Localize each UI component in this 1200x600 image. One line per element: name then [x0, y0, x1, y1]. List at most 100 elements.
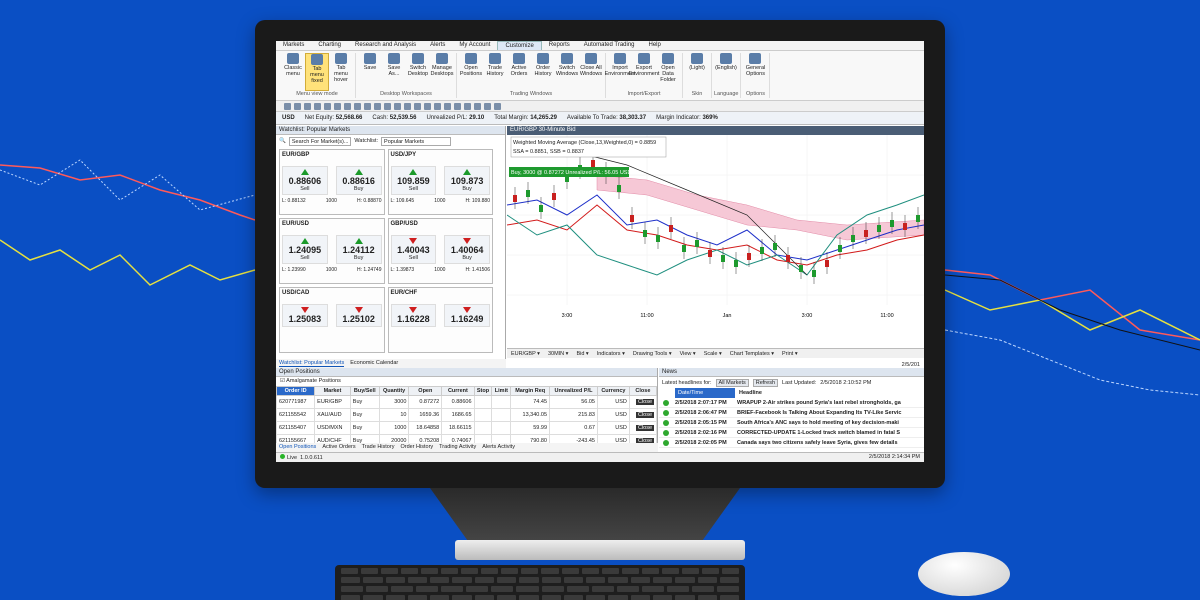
menu-my-account[interactable]: My Account	[452, 41, 497, 50]
tool-icon[interactable]	[414, 103, 421, 110]
ribbon-button-general-options[interactable]: General Options	[743, 53, 767, 91]
tool-icon[interactable]	[474, 103, 481, 110]
ribbon-button-save-as-[interactable]: Save As...	[382, 53, 406, 91]
news-filter-select[interactable]: All Markets	[715, 378, 749, 387]
tool-icon[interactable]	[394, 103, 401, 110]
watchlist-select[interactable]: Popular Markets	[381, 136, 452, 146]
quantity-input[interactable]: 1000	[326, 198, 337, 204]
tab-watchlist[interactable]: Watchlist: Popular Markets	[279, 360, 345, 367]
chart-tool-indicators[interactable]: Indicators ▾	[597, 351, 625, 357]
tool-icon[interactable]	[404, 103, 411, 110]
sell-price-button[interactable]: 1.24095 Sell	[282, 235, 328, 264]
col-open[interactable]: Open	[408, 386, 443, 396]
ribbon-button-trade-history[interactable]: Trade History	[483, 53, 507, 91]
tool-icon[interactable]	[284, 103, 291, 110]
menu-automated-trading[interactable]: Automated Trading	[577, 41, 642, 50]
ribbon-button-active-orders[interactable]: Active Orders	[507, 53, 531, 91]
amalgamate-option[interactable]: ☑ Amalgamate Positions	[276, 377, 657, 386]
menu-customize[interactable]: Customize	[497, 41, 542, 50]
sell-price-button[interactable]: 109.859 Sell	[390, 166, 437, 195]
sell-price-button[interactable]: 1.25083	[282, 304, 328, 327]
price-chart[interactable]: Weighted Moving Average (Close,13,Weight…	[506, 135, 924, 337]
col-quantity[interactable]: Quantity	[378, 386, 410, 396]
ribbon-button-open-positions[interactable]: Open Positions	[459, 53, 483, 91]
tool-icon[interactable]	[424, 103, 431, 110]
chart-tool-eur-gbp[interactable]: EUR/GBP ▾	[511, 351, 540, 357]
tool-icon[interactable]	[434, 103, 441, 110]
list-item[interactable]: 2/5/2018 2:05:15 PM South Africa's ANC sa…	[659, 418, 924, 428]
tool-icon[interactable]	[314, 103, 321, 110]
chart-tool-drawing-tools[interactable]: Drawing Tools ▾	[633, 351, 672, 357]
ribbon-button-classic-menu[interactable]: Classic menu	[281, 53, 305, 91]
buy-price-button[interactable]: 1.16249	[444, 304, 490, 327]
menu-help[interactable]: Help	[642, 41, 668, 50]
col-stop[interactable]: Stop	[473, 386, 493, 396]
buy-price-button[interactable]: 1.25102	[335, 304, 382, 327]
tool-icon[interactable]	[294, 103, 301, 110]
tool-icon[interactable]	[354, 103, 361, 110]
ribbon-button-export-environment[interactable]: Export Environment	[629, 53, 659, 91]
table-row[interactable]: 621155407 USD/MXN Buy 1000 18.64858 18.66115 5…	[276, 421, 658, 435]
position-marker[interactable]: Buy, 3000 @ 0.87272 Unrealized P/L: 56.0…	[511, 170, 631, 176]
tool-icon[interactable]	[334, 103, 341, 110]
tool-icon[interactable]	[494, 103, 501, 110]
col-market[interactable]: Market	[314, 386, 351, 396]
sell-price-button[interactable]: 0.88606 Sell	[282, 166, 328, 195]
tab-open-positions[interactable]: Open Positions	[279, 444, 316, 451]
menu-reports[interactable]: Reports	[542, 41, 577, 50]
refresh-button[interactable]: Refresh	[752, 378, 779, 387]
tool-icon[interactable]	[304, 103, 311, 110]
ribbon-button-tab-menu-hover[interactable]: Tab menu hover	[329, 53, 353, 91]
menu-research-and-analysis[interactable]: Research and Analysis	[348, 41, 423, 50]
checkbox-icon[interactable]: ☑	[280, 378, 285, 384]
table-row[interactable]: 621155542 XAU/AUD Buy 10 1659.36 1686.65 13,34…	[276, 408, 658, 422]
close-position-button[interactable]: Close	[635, 425, 654, 431]
chart-tool-print[interactable]: Print ▾	[782, 351, 798, 357]
tab-alerts-activity[interactable]: Alerts Activity	[482, 444, 515, 451]
buy-price-button[interactable]: 1.24112 Buy	[335, 235, 382, 264]
tool-icon[interactable]	[444, 103, 451, 110]
col-limit[interactable]: Limit	[491, 386, 512, 396]
ribbon-button-order-history[interactable]: Order History	[531, 53, 555, 91]
col-current[interactable]: Current	[441, 386, 475, 396]
close-position-button[interactable]: Close	[635, 412, 654, 418]
quantity-input[interactable]: 1000	[434, 267, 445, 273]
chart-tool-chart-templates[interactable]: Chart Templates ▾	[730, 351, 774, 357]
col-unrealized-p-l[interactable]: Unrealized P/L	[549, 386, 598, 396]
col-close[interactable]: Close	[628, 386, 658, 396]
list-item[interactable]: 2/5/2018 2:02:16 PM CORRECTED-UPDATE 1-Lo…	[659, 428, 924, 438]
menu-charting[interactable]: Charting	[311, 41, 348, 50]
ribbon-button-save[interactable]: Save	[358, 53, 382, 91]
tab-trading-activity[interactable]: Trading Activity	[439, 444, 476, 451]
tool-icon[interactable]	[344, 103, 351, 110]
table-row[interactable]: 620771987 EUR/GBP Buy 3000 0.87272 0.88606 74.…	[276, 395, 658, 409]
chart-tool-scale[interactable]: Scale ▾	[704, 351, 722, 357]
ribbon-button-switch-windows[interactable]: Switch Windows	[555, 53, 579, 91]
col-margin-req[interactable]: Margin Req	[510, 386, 550, 396]
tool-icon[interactable]	[384, 103, 391, 110]
buy-price-button[interactable]: 109.873 Buy	[444, 166, 490, 195]
tab-active-orders[interactable]: Active Orders	[322, 444, 355, 451]
col-currency[interactable]: Currency	[596, 386, 630, 396]
quantity-input[interactable]: 1000	[326, 267, 337, 273]
ribbon-button-open-data-folder[interactable]: Open Data Folder	[656, 53, 680, 91]
tool-icon[interactable]	[324, 103, 331, 110]
list-item[interactable]: 2/5/2018 2:06:47 PM BRIEF-Facebook Is Tal…	[659, 408, 924, 418]
tab-economic-calendar[interactable]: Economic Calendar	[350, 360, 398, 367]
buy-price-button[interactable]: 1.40064 Buy	[444, 235, 490, 264]
sell-price-button[interactable]: 1.40043 Sell	[390, 235, 437, 264]
ribbon-button-close-all-windows[interactable]: Close All Windows	[579, 53, 603, 91]
close-position-button[interactable]: Close	[635, 399, 654, 405]
tab-trade-history[interactable]: Trade History	[362, 444, 395, 451]
col-order-id[interactable]: Order ID	[276, 386, 316, 396]
tool-icon[interactable]	[484, 103, 491, 110]
sell-price-button[interactable]: 1.16228	[390, 304, 437, 327]
col-buy-sell[interactable]: Buy/Sell	[349, 386, 380, 396]
ribbon-button-tab-menu-fixed[interactable]: Tab menu fixed	[305, 53, 329, 91]
ribbon-button--light-[interactable]: (Light)	[685, 53, 709, 91]
ribbon-button-switch-desktop[interactable]: Switch Desktop	[406, 53, 430, 91]
col-headline[interactable]: Headline	[735, 388, 762, 398]
tool-icon[interactable]	[464, 103, 471, 110]
chart-tool-view[interactable]: View ▾	[680, 351, 696, 357]
list-item[interactable]: 2/5/2018 2:02:05 PM Canada says two citiz…	[659, 438, 924, 448]
